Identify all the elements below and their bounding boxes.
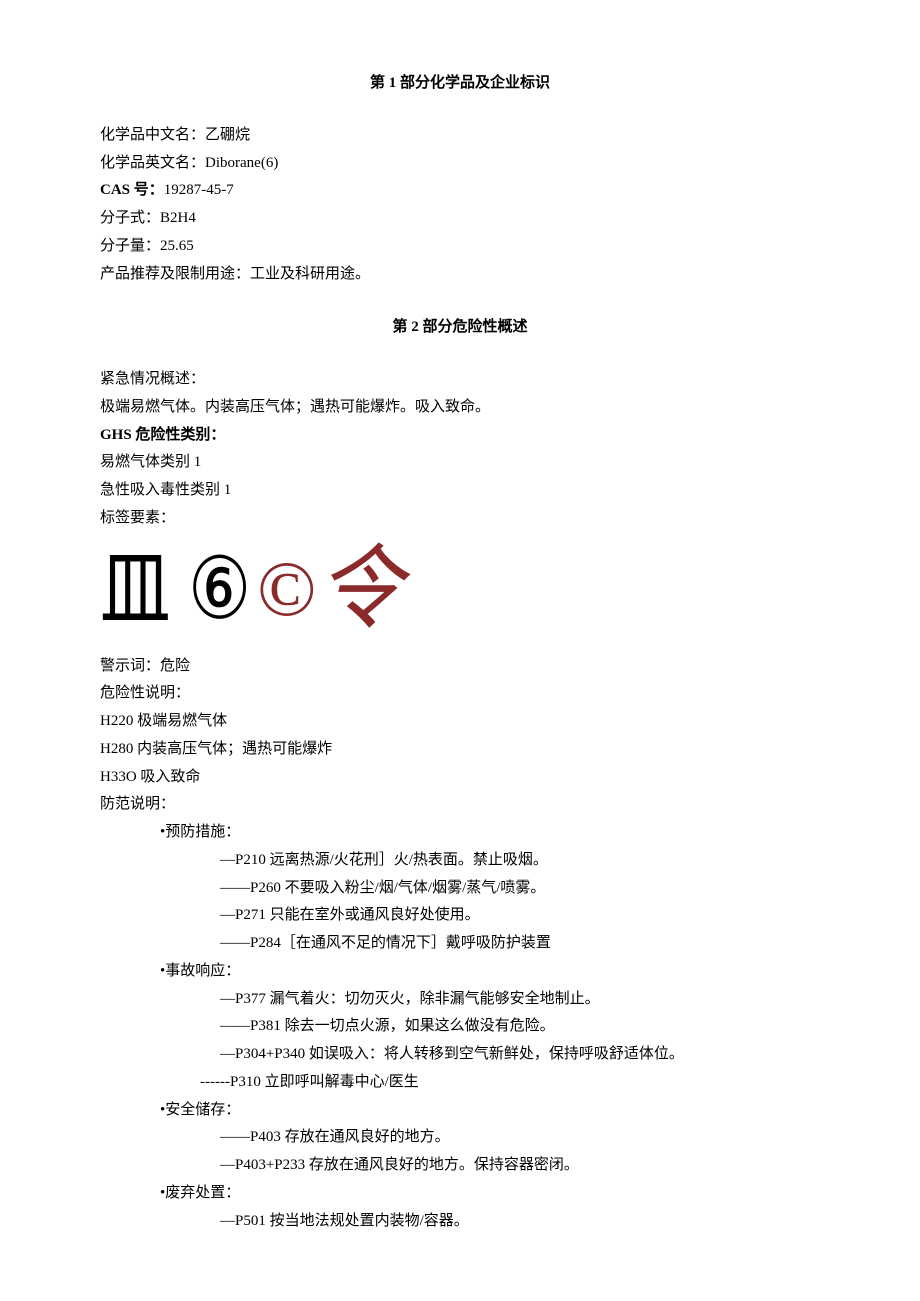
field-mw-value: 25.65 [160,238,194,254]
precaution-item-p377: —P377 漏气着火：切勿灭火，除非漏气能够安全地制止。 [100,986,820,1014]
precaution-item-p501: —P501 按当地法规处置内装物/容器。 [100,1208,820,1236]
precaution-item-p304-p340: —P304+P340 如误吸入：将人转移到空气新鲜处，保持呼吸舒适体位。 [100,1041,820,1069]
section-2-title: 第 2 部分危险性概述 [100,314,820,342]
field-use: 产品推荐及限制用途：工业及科研用途。 [100,261,820,289]
hazard-statement-2: H33O 吸入致命 [100,764,820,792]
field-cas: CAS 号：19287-45-7 [100,177,820,205]
precaution-item-p403-p233: —P403+P233 存放在通风良好的地方。保持容器密闭。 [100,1152,820,1180]
section-1-body: 化学品中文名：乙硼烷 化学品英文名：Diborane(6) CAS 号：1928… [100,122,820,289]
hazard-statement-1: H280 内装高压气体；遇热可能爆炸 [100,736,820,764]
precaution-item-p271: —P271 只能在室外或通风良好处使用。 [100,902,820,930]
pictogram-3-icon: © [257,550,316,628]
ghs-label: GHS 危险性类别： [100,422,820,450]
emergency-text: 极端易燃气体。内装高压气体；遇热可能爆炸。吸入致命。 [100,394,820,422]
precaution-item-p284: ——P284［在通风不足的情况下］戴呼吸防护装置 [100,930,820,958]
signal-word-label: 警示词： [100,658,160,674]
precaution-group-response: •事故响应： [100,958,820,986]
pictogram-4-icon: 令 [318,543,403,635]
field-use-label: 产品推荐及限制用途： [100,266,250,282]
ghs-pictograms: 皿 ⑥ © 令 [100,543,820,635]
section-2-body: 紧急情况概述： 极端易燃气体。内装高压气体；遇热可能爆炸。吸入致命。 GHS 危… [100,366,820,1235]
pictogram-1-icon: 皿 [100,546,171,632]
field-mw-label: 分子量： [100,238,160,254]
precaution-group-prevention: •预防措施： [100,819,820,847]
label-elements: 标签要素： [100,505,820,533]
field-name-en-label: 化学品英文名： [100,155,205,171]
field-formula-value: B2H4 [160,210,196,226]
field-name-cn: 化学品中文名：乙硼烷 [100,122,820,150]
precaution-group-disposal: •废弃处置： [100,1180,820,1208]
signal-word: 警示词：危险 [100,653,820,681]
field-name-en: 化学品英文名：Diborane(6) [100,150,820,178]
ghs-line-1: 急性吸入毒性类别 1 [100,477,820,505]
precaution-group-storage: •安全储存： [100,1097,820,1125]
precaution-item-p403: ——P403 存放在通风良好的地方。 [100,1124,820,1152]
section-1-title: 第 1 部分化学品及企业标识 [100,70,820,98]
signal-word-value: 危险 [160,658,190,674]
pictogram-2-icon: ⑥ [188,546,251,632]
field-name-cn-value: 乙硼烷 [205,127,250,143]
field-formula: 分子式：B2H4 [100,205,820,233]
field-cas-label: CAS 号： [100,182,164,198]
precaution-label: 防范说明： [100,791,820,819]
field-name-cn-label: 化学品中文名： [100,127,205,143]
precaution-item-p260: ——P260 不要吸入粉尘/烟/气体/烟雾/蒸气/喷雾。 [100,875,820,903]
field-name-en-value: Diborane(6) [205,155,278,171]
precaution-item-p381: ——P381 除去一切点火源，如果这么做没有危险。 [100,1013,820,1041]
field-use-value: 工业及科研用途。 [250,266,370,282]
field-formula-label: 分子式： [100,210,160,226]
hazard-statement-0: H220 极端易燃气体 [100,708,820,736]
field-cas-value: 19287-45-7 [164,182,234,198]
emergency-label: 紧急情况概述： [100,366,820,394]
precaution-item-p310: ------P310 立即呼叫解毒中心/医生 [100,1069,820,1097]
ghs-line-0: 易燃气体类别 1 [100,449,820,477]
field-mw: 分子量：25.65 [100,233,820,261]
hazard-statements-label: 危险性说明： [100,680,820,708]
precaution-item-p210: —P210 远离热源/火花刑］火/热表面。禁止吸烟。 [100,847,820,875]
